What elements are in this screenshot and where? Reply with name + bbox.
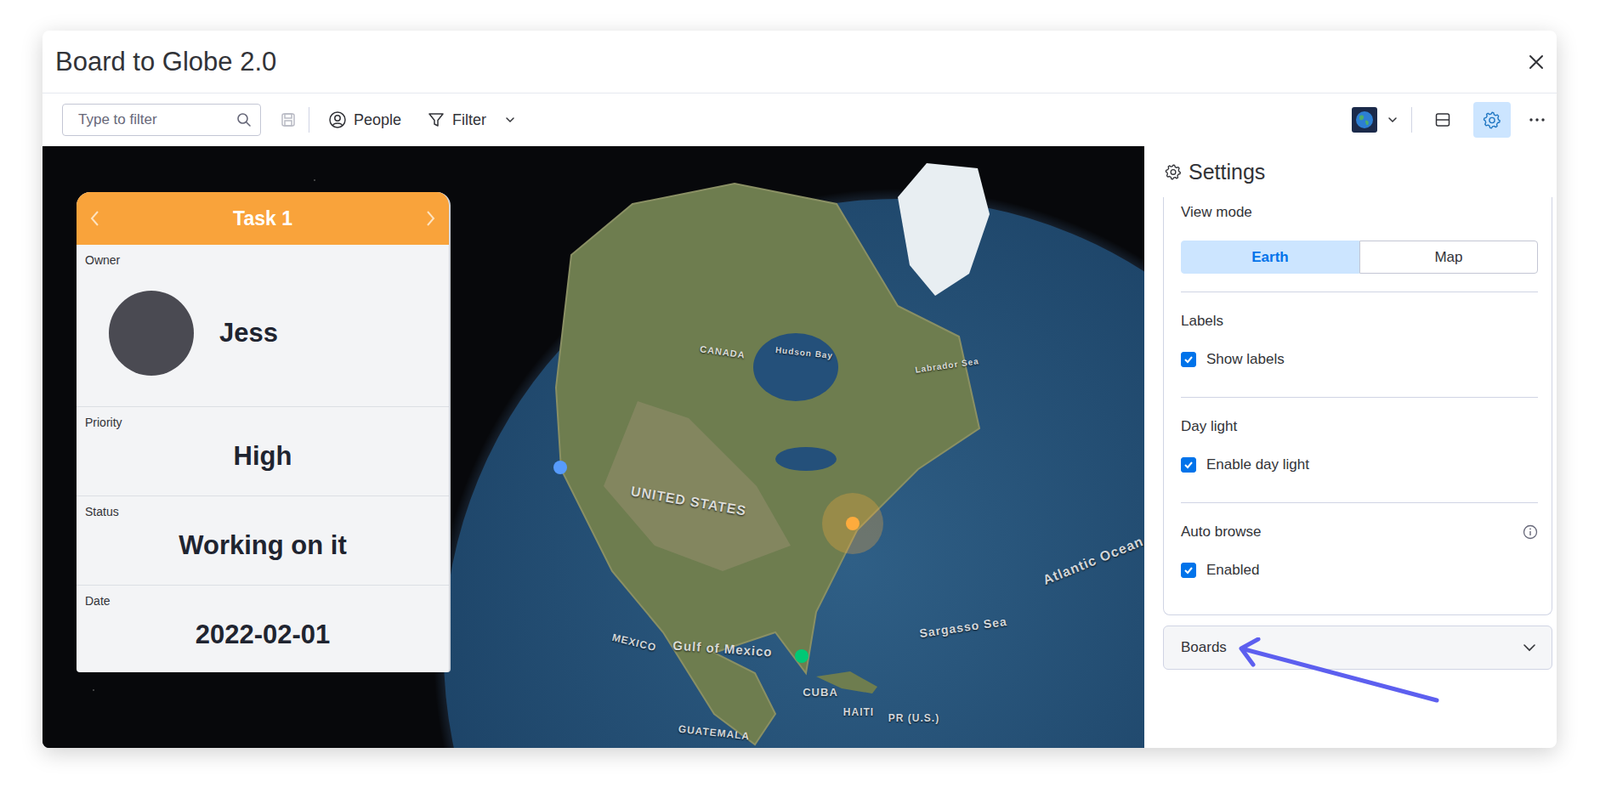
layout-icon [1434,111,1452,129]
map-label: HAITI [843,706,874,719]
chevron-left-icon[interactable] [86,208,104,229]
section-label: View mode [1180,204,1538,222]
map-pin[interactable] [553,460,568,475]
gear-icon [1482,110,1502,130]
globe-view-icon [1351,107,1378,133]
gear-icon [1164,163,1182,181]
map-pin[interactable] [794,649,809,664]
globe-canvas[interactable]: CANADAHudson BayLabrador SeaUNITED STATE… [42,146,1145,749]
checkbox[interactable] [1180,351,1197,368]
check-icon [1182,564,1195,577]
filter-label: Filter [452,111,487,130]
filter-button[interactable]: Filter [419,105,524,135]
toolbar-divider [308,107,310,133]
checkbox[interactable] [1180,562,1197,579]
chevron-down-icon [1385,113,1400,127]
card-field: Priority High [76,407,449,497]
view-picker[interactable] [1351,107,1400,133]
settings-section: Labels Show labels [1180,292,1538,398]
save-view-icon[interactable] [279,111,297,129]
settings-button[interactable] [1473,102,1511,138]
field-value: High [85,441,441,472]
view-mode-toggle: EarthMap [1180,240,1538,274]
checkbox-row[interactable]: Enabled [1180,561,1538,579]
card-field: Date 2022-02-01 [76,585,449,673]
owner-name: Jess [219,317,279,349]
map-label: PR (U.S.) [888,712,940,725]
map-label: CUBA [802,686,839,699]
funnel-icon [426,110,446,130]
section-label: Auto browse [1180,523,1262,541]
owner-field: Owner Jess [76,244,449,408]
modal-header: Board to Globe 2.0 [42,30,1557,94]
chevron-down-icon[interactable] [503,113,517,127]
field-label: Priority [85,415,441,430]
checkbox-label: Enabled [1206,561,1260,579]
check-icon [1182,353,1195,366]
section-label: Day light [1180,418,1237,436]
field-label: Date [85,594,441,608]
info-icon[interactable] [1522,524,1538,540]
chevron-right-icon[interactable] [421,208,439,229]
settings-section: Auto browse Enabled [1180,503,1538,615]
field-value: 2022-02-01 [85,619,441,651]
modal-title: Board to Globe 2.0 [55,46,1528,78]
main-area: CANADAHudson BayLabrador SeaUNITED STATE… [42,146,1557,749]
filter-placeholder: Type to filter [78,111,158,129]
more-dots-icon[interactable] [1527,110,1547,130]
search-icon [236,112,252,128]
people-label: People [353,111,402,130]
map-pin[interactable] [845,516,860,531]
item-card: Task 1 Owner JessPriority HighStatus Wor… [76,192,451,673]
settings-panel: Settings View mode EarthMap Labels Show … [1144,146,1557,749]
check-icon [1182,459,1195,471]
boards-label: Boards [1180,639,1227,657]
section-label: Labels [1180,312,1224,330]
filter-input[interactable]: Type to filter [62,103,261,137]
annotation-arrow-icon [1234,637,1456,715]
layout-button[interactable] [1424,102,1462,138]
settings-box: View mode EarthMap Labels Show labelsDay… [1163,197,1553,616]
boards-accordion[interactable]: Boards [1163,625,1553,670]
toolbar-divider [1411,107,1413,133]
checkbox-row[interactable]: Show labels [1180,351,1538,369]
people-button[interactable]: People [321,105,409,135]
board-to-globe-modal: Board to Globe 2.0 Type to filter People… [42,30,1557,749]
pin-halo [822,493,884,555]
field-label: Status [85,504,441,519]
card-header: Task 1 [76,192,449,245]
toolbar: Type to filter People Filter [42,93,1557,147]
avatar [108,290,194,376]
settings-title: Settings [1188,159,1266,185]
view-mode-section: View mode EarthMap [1180,197,1538,293]
card-title: Task 1 [232,207,293,231]
field-label: Owner [85,253,441,267]
checkbox[interactable] [1180,457,1197,473]
view-mode-option[interactable]: Earth [1180,240,1360,274]
settings-header: Settings [1144,146,1557,198]
checkbox-row[interactable]: Enable day light [1180,456,1538,474]
card-field: Status Working on it [76,496,449,586]
person-icon [328,110,347,130]
checkbox-label: Enable day light [1206,456,1310,474]
checkbox-label: Show labels [1206,351,1285,369]
close-icon[interactable] [1527,53,1545,71]
chevron-down-icon [1520,639,1538,657]
settings-section: Day light Enable day light [1180,397,1538,504]
field-value: Working on it [85,530,441,562]
view-mode-option[interactable]: Map [1359,240,1538,274]
